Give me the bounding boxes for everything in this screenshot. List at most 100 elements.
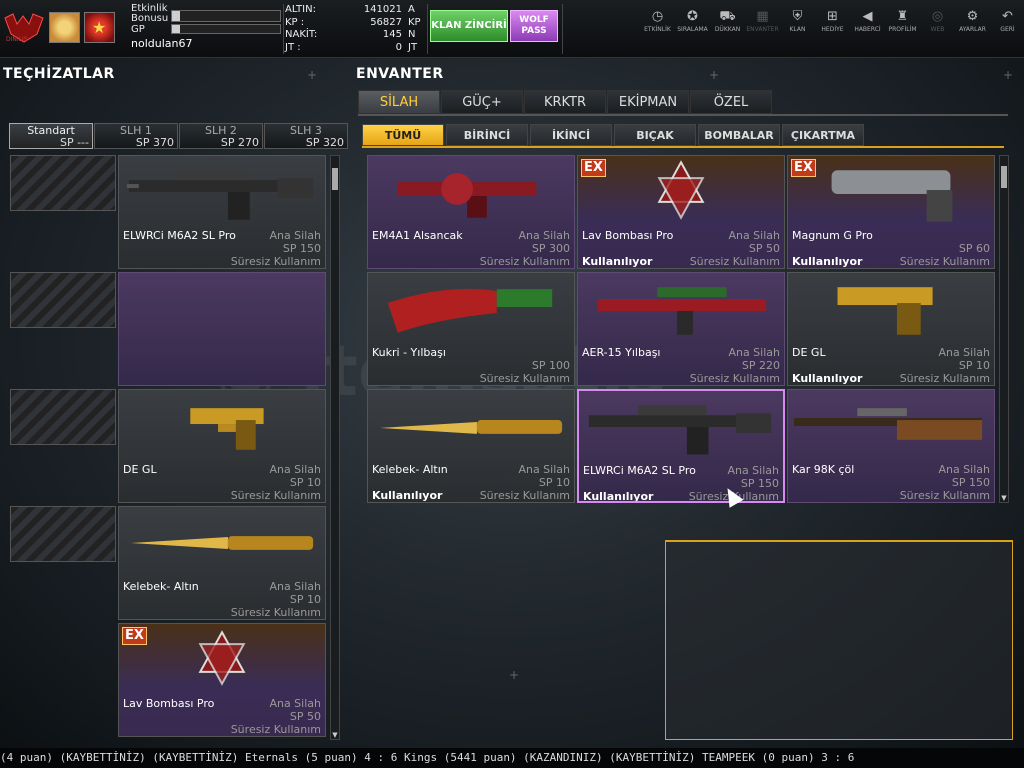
equipment-title: TEÇHİZATLAR bbox=[3, 66, 115, 82]
empty-slot-pistol[interactable] bbox=[10, 389, 116, 445]
inventory-title: ENVANTER bbox=[356, 66, 444, 82]
item-duration: Süresiz Kullanım bbox=[230, 606, 321, 619]
filter-ikinci[interactable]: İKİNCİ bbox=[530, 124, 612, 146]
filter-birinci[interactable]: BİRİNCİ bbox=[446, 124, 528, 146]
nav-klan[interactable]: ⛨ KLAN bbox=[780, 8, 815, 33]
item-duration: Süresiz Kullanım bbox=[479, 489, 570, 502]
wolf-pass-button[interactable]: WOLF PASS bbox=[510, 10, 558, 42]
nav-haberci[interactable]: ◀ HABERCİ bbox=[850, 8, 885, 33]
ex-badge: EX bbox=[581, 159, 606, 177]
equipped-card[interactable]: ELWRCi M6A2 SL Pro Ana Silah SP 150 Süre… bbox=[118, 155, 326, 269]
match-ticker: (4 puan) (KAYBETTİNİZ) (KAYBETTİNİZ) Ete… bbox=[0, 748, 1024, 768]
nav-hediye[interactable]: ⊞ HEDİYE bbox=[815, 8, 850, 33]
equipped-card[interactable]: EX Lav Bombası Pro Ana Silah SP 50 Süres… bbox=[118, 623, 326, 737]
knife-image bbox=[130, 536, 314, 550]
top-bar: DINILIS ★ Etkinlik Bonusu GP noldulan67 … bbox=[0, 0, 1024, 58]
grenade-image bbox=[657, 160, 705, 220]
currency-jt: JT :0 JT bbox=[285, 41, 418, 53]
tab-krktr[interactable]: KRKTR bbox=[524, 90, 606, 114]
slot-slh3[interactable]: SLH 3 SP 320 bbox=[264, 123, 348, 149]
filter-bombalar[interactable]: BOMBALAR bbox=[698, 124, 780, 146]
pistol-image bbox=[837, 287, 933, 335]
scroll-down-icon[interactable]: ▼ bbox=[1000, 494, 1008, 502]
inventory-item[interactable]: EX Lav Bombası Pro Ana Silah SP 50 Kulla… bbox=[577, 155, 785, 269]
inventory-tabs: SİLAH GÜÇ+ KRKTR EKİPMAN ÖZEL bbox=[358, 90, 773, 114]
slot-standart[interactable]: Standart SP --- bbox=[9, 123, 93, 149]
equipped-card-empty[interactable] bbox=[118, 272, 326, 386]
inventory-item[interactable]: EX Magnum G Pro SP 60 Kullanılıyor Süres… bbox=[787, 155, 995, 269]
sniper-image bbox=[793, 408, 983, 440]
scroll-thumb[interactable] bbox=[1001, 166, 1007, 188]
item-duration: Süresiz Kullanım bbox=[479, 255, 570, 268]
inventory-item[interactable]: Kukri - Yılbaşı SP 100 Süresiz Kullanım bbox=[367, 272, 575, 386]
currency-kp: KP :56827 KP bbox=[285, 16, 421, 28]
equipped-card[interactable]: DE GL Ana Silah SP 10 Süresiz Kullanım bbox=[118, 389, 326, 503]
item-name: Kukri - Yılbaşı bbox=[372, 346, 446, 359]
slot-slh1[interactable]: SLH 1 SP 370 bbox=[94, 123, 178, 149]
inventory-item[interactable]: AER-15 Yılbaşı Ana Silah SP 220 Süresiz … bbox=[577, 272, 785, 386]
item-type: Ana Silah bbox=[728, 346, 780, 359]
rank-icon: ✪ bbox=[687, 9, 698, 24]
filter-underline bbox=[362, 146, 1004, 148]
tab-silah[interactable]: SİLAH bbox=[358, 90, 440, 114]
inventory-item[interactable]: Kelebek- Altın Ana Silah SP 10 Kullanılı… bbox=[367, 389, 575, 503]
filter-tumu[interactable]: TÜMÜ bbox=[362, 124, 444, 146]
inventory-item[interactable]: DE GL Ana Silah SP 10 Kullanılıyor Süres… bbox=[787, 272, 995, 386]
shield-icon: ⛨ bbox=[792, 9, 803, 24]
empty-slot-knife[interactable] bbox=[10, 506, 116, 562]
weapon-filter-tabs: TÜMÜ BİRİNCİ İKİNCİ BIÇAK BOMBALAR ÇIKAR… bbox=[362, 124, 866, 146]
gear-icon: ⚙ bbox=[966, 9, 979, 24]
tab-guc[interactable]: GÜÇ+ bbox=[441, 90, 523, 114]
item-name: DE GL bbox=[792, 346, 826, 359]
wolf-pass-label-2: PASS bbox=[521, 26, 547, 36]
nav-etkinlik[interactable]: ◷ ETKİNLİK bbox=[640, 8, 675, 33]
filter-cikartma[interactable]: ÇIKARTMA bbox=[782, 124, 864, 146]
item-type: Ana Silah bbox=[938, 346, 990, 359]
item-sp: SP 50 bbox=[289, 710, 321, 723]
tab-ozel[interactable]: ÖZEL bbox=[690, 90, 772, 114]
currency-cash: NAKİT: 145 N bbox=[285, 29, 416, 40]
item-duration: Süresiz Kullanım bbox=[899, 255, 990, 268]
nav-ayarlar[interactable]: ⚙ AYARLAR bbox=[955, 8, 990, 33]
scroll-thumb[interactable] bbox=[332, 168, 338, 190]
left-scrollbar[interactable]: ▼ bbox=[330, 155, 340, 740]
item-sp: SP 300 bbox=[531, 242, 570, 255]
clan-badge[interactable]: ★ bbox=[84, 12, 115, 43]
inventory-icon: ▦ bbox=[756, 9, 769, 24]
nav-geri[interactable]: ↶ GERİ bbox=[990, 8, 1024, 33]
cart-icon: ⛟ bbox=[719, 9, 736, 24]
inventory-item[interactable]: Kar 98K çöl Ana Silah SP 150 Süresiz Kul… bbox=[787, 389, 995, 503]
inventory-item[interactable]: EM4A1 Alsancak Ana Silah SP 300 Süresiz … bbox=[367, 155, 575, 269]
filter-bicak[interactable]: BIÇAK bbox=[614, 124, 696, 146]
rifle-image bbox=[597, 287, 767, 335]
inventory-scrollbar[interactable]: ▼ bbox=[999, 155, 1009, 503]
gp-bar bbox=[171, 24, 281, 34]
item-type: Ana Silah bbox=[269, 463, 321, 476]
in-use-label: Kullanılıyor bbox=[792, 372, 863, 385]
tab-ekipman[interactable]: EKİPMAN bbox=[607, 90, 689, 114]
gp-label: GP bbox=[131, 24, 145, 35]
grenade-image bbox=[198, 630, 246, 686]
equipped-card[interactable]: Kelebek- Altın Ana Silah SP 10 Süresiz K… bbox=[118, 506, 326, 620]
item-name: Kelebek- Altın bbox=[372, 463, 448, 476]
rank-badge[interactable] bbox=[49, 12, 80, 43]
nav-web[interactable]: ◎ WEB bbox=[920, 8, 955, 33]
inventory-item-selected[interactable]: ELWRCi M6A2 SL Pro Ana Silah SP 150 Kull… bbox=[577, 389, 785, 503]
nav-siralama[interactable]: ✪ SIRALAMA bbox=[675, 8, 710, 33]
profile-icon: ♜ bbox=[896, 9, 909, 24]
slot-slh2[interactable]: SLH 2 SP 270 bbox=[179, 123, 263, 149]
empty-slot-primary[interactable] bbox=[10, 155, 116, 211]
nav-envanter[interactable]: ▦ ENVANTER bbox=[745, 8, 780, 33]
item-duration: Süresiz Kullanım bbox=[230, 255, 321, 268]
klan-chain-button[interactable]: KLAN ZİNCİRİ bbox=[430, 10, 508, 42]
divider bbox=[562, 4, 563, 54]
item-type: Ana Silah bbox=[518, 463, 570, 476]
empty-slot-secondary[interactable] bbox=[10, 272, 116, 328]
scroll-down-icon[interactable]: ▼ bbox=[331, 731, 339, 739]
item-sp: SP 10 bbox=[538, 476, 570, 489]
item-sp: SP 10 bbox=[289, 476, 321, 489]
nav-dukkan[interactable]: ⛟ DÜKKAN bbox=[710, 8, 745, 33]
star-icon: ★ bbox=[92, 18, 107, 37]
nav-profilim[interactable]: ♜ PROFİLİM bbox=[885, 8, 920, 33]
item-sp: SP 60 bbox=[958, 242, 990, 255]
